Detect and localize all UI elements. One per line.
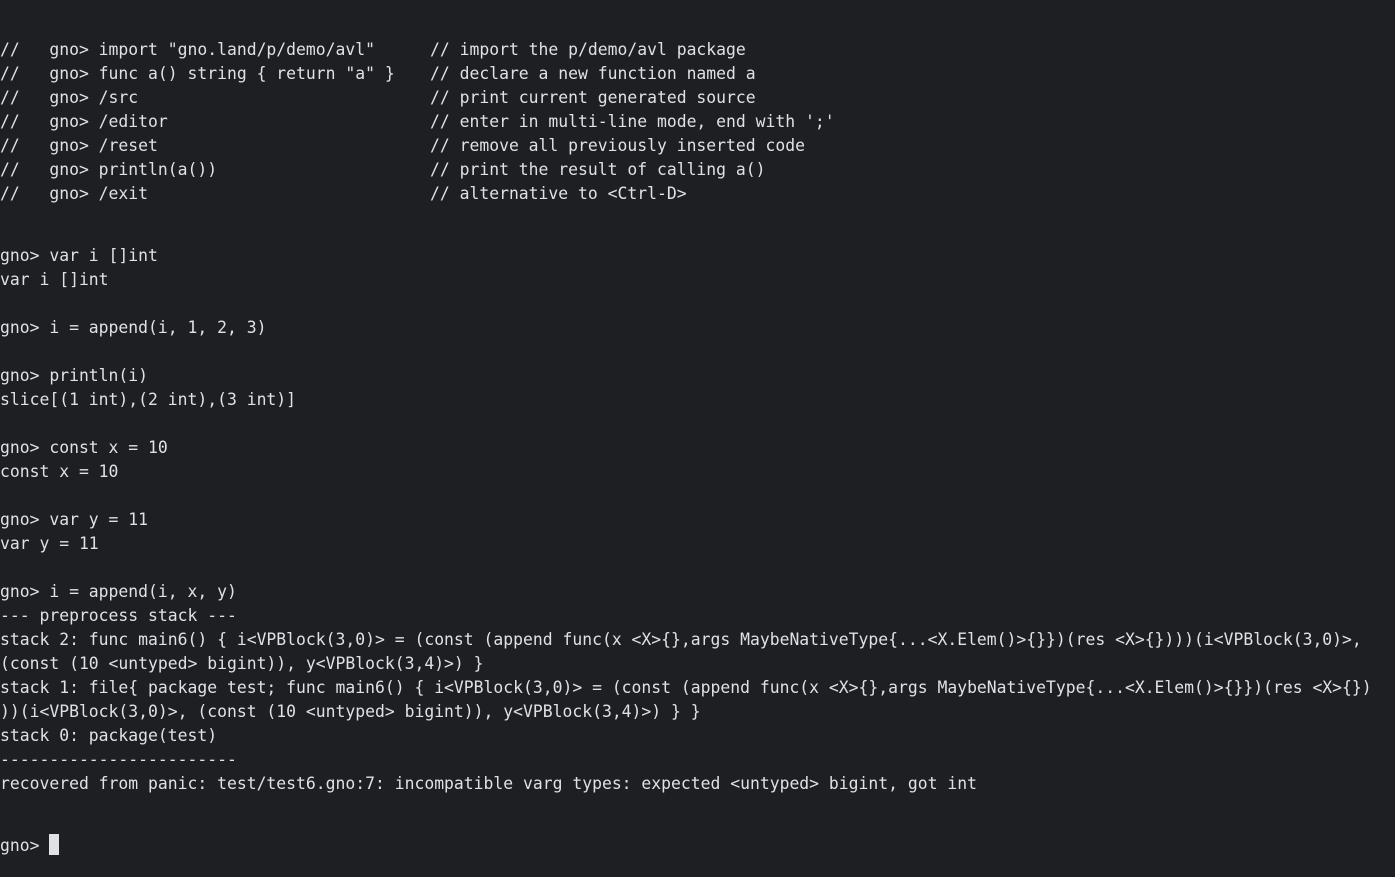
help-line: // gno> func a() string { return "a" } //… xyxy=(0,62,1395,86)
help-command: // gno> /src xyxy=(0,88,139,107)
help-comment: // print the result of calling a() xyxy=(430,160,766,179)
help-comment: // import the p/demo/avl package xyxy=(430,40,746,59)
output-line: gno> const x = 10 xyxy=(0,438,168,457)
output-line: gno> println(i) xyxy=(0,366,149,385)
help-comment: // declare a new function named a xyxy=(430,64,756,83)
output-line: recovered from panic: test/test6.gno:7: … xyxy=(0,774,977,793)
output-line: var y = 11 xyxy=(0,534,99,553)
help-comment: // print current generated source xyxy=(430,88,756,107)
output-line: --- preprocess stack --- xyxy=(0,606,237,625)
help-line: // gno> /src // print current generated s… xyxy=(0,86,1395,110)
help-line: // gno> /editor // enter in multi-line mo… xyxy=(0,110,1395,134)
help-command: // gno> /exit xyxy=(0,184,149,203)
output-line: var i []int xyxy=(0,270,109,289)
prompt: gno> xyxy=(0,836,40,855)
help-block: // gno> import "gno.land/p/demo/avl" // i… xyxy=(0,38,1395,206)
output-line: stack 0: package(test) xyxy=(0,726,218,745)
help-line: // gno> println(a()) // print the result … xyxy=(0,158,1395,182)
help-line: // gno> /exit // alternative to <Ctrl-D> xyxy=(0,182,1395,206)
help-line: // gno> import "gno.land/p/demo/avl" // i… xyxy=(0,38,1395,62)
output-line: ))(i<VPBlock(3,0)>, (const (10 <untyped>… xyxy=(0,702,701,721)
output-line: const x = 10 xyxy=(0,462,119,481)
terminal-output[interactable]: // gno> import "gno.land/p/demo/avl" // i… xyxy=(0,0,1395,877)
prompt-line[interactable]: gno> xyxy=(0,834,1395,858)
output-line: gno> var i []int xyxy=(0,246,158,265)
output-line: ------------------------ xyxy=(0,750,237,769)
help-comment: // remove all previously inserted code xyxy=(430,136,805,155)
cursor xyxy=(49,834,60,855)
output-line: gno> i = append(i, 1, 2, 3) xyxy=(0,318,267,337)
output-line: gno> var y = 11 xyxy=(0,510,149,529)
output-line: (const (10 <untyped> bigint)), y<VPBlock… xyxy=(0,654,484,673)
output-line: stack 2: func main6() { i<VPBlock(3,0)> … xyxy=(0,630,1362,649)
help-command: // gno> func a() string { return "a" } xyxy=(0,64,395,83)
output-line: stack 1: file{ package test; func main6(… xyxy=(0,678,1372,697)
session-output: gno> var i []int var i []int gno> i = appe… xyxy=(0,244,1395,796)
help-comment: // alternative to <Ctrl-D> xyxy=(430,184,687,203)
output-line: slice[(1 int),(2 int),(3 int)] xyxy=(0,390,297,409)
help-command: // gno> import "gno.land/p/demo/avl" xyxy=(0,40,375,59)
help-line: // gno> /reset // remove all previously i… xyxy=(0,134,1395,158)
help-command: // gno> /editor xyxy=(0,112,168,131)
help-comment: // enter in multi-line mode, end with ';… xyxy=(430,112,835,131)
help-command: // gno> /reset xyxy=(0,136,158,155)
help-command: // gno> println(a()) xyxy=(0,160,218,179)
output-line: gno> i = append(i, x, y) xyxy=(0,582,237,601)
